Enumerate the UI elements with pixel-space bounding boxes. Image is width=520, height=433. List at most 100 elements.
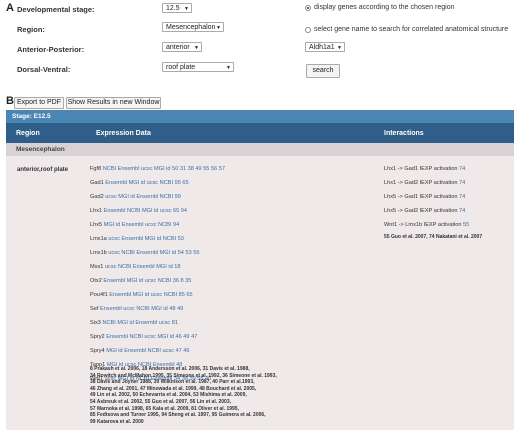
- dv-label: Dorsal-Ventral:: [17, 65, 71, 74]
- dv-select[interactable]: roof plate ▼: [162, 62, 234, 72]
- region-select[interactable]: Mesencephalon ▼: [162, 22, 224, 32]
- reference-line: 34 Rowitch and McMahon 1995, 35 Simeone …: [90, 372, 277, 379]
- interaction-row: Wnt1 -> Lmx1b IEXP activation 55: [384, 222, 469, 228]
- radio-select-gene[interactable]: [305, 27, 311, 33]
- gene-refs[interactable]: 94: [173, 222, 179, 228]
- ap-label: Anterior-Posterior:: [17, 45, 85, 54]
- gene-links[interactable]: NCBI Ensembl ucsc MGI id: [103, 166, 171, 172]
- chevron-down-icon: ▼: [184, 6, 189, 12]
- radio-display-genes-label: display genes according to the chosen re…: [314, 4, 455, 11]
- gene-refs[interactable]: 36 8 35: [173, 278, 192, 284]
- interaction-row: Lhx5 -> Gad2 IEXP activation 74: [384, 208, 465, 214]
- gene-row: Six3 NCBI MGI id Ensembl ucsc 81: [90, 320, 178, 326]
- gene-row: Spry2 Ensembl NCBI ucsc MGI id 46 49 47: [90, 334, 197, 340]
- table-header: Region Expression Data Interactions: [6, 123, 514, 143]
- gene-refs[interactable]: 50 31 38 49 55 56 57: [172, 166, 225, 172]
- gene-refs[interactable]: 47 46: [176, 348, 190, 354]
- gene-links[interactable]: Ensembl NCBI MGI id ucsc: [104, 208, 172, 214]
- gene-refs[interactable]: 81: [172, 320, 178, 326]
- gene-select-value: Aldh1a1: [309, 44, 335, 51]
- gene-name: Lhx5: [90, 222, 103, 228]
- interaction-references: 55 Guo et al. 2007, 74 Nakatani et al. 2…: [384, 234, 483, 240]
- gene-links[interactable]: Ensembl MGI id ucsc NCBI: [105, 180, 173, 186]
- stage-bar: Stage: E12.5: [6, 110, 514, 123]
- interaction-ref[interactable]: 74: [459, 180, 465, 186]
- gene-row: Msx1 ucsc NCBI Ensembl MGI id 18: [90, 264, 181, 270]
- gene-row: Spry4 MGI id Ensembl NCBI ucsc 47 46: [90, 348, 190, 354]
- reference-line: 99 Katarova et al. 2000: [90, 418, 144, 425]
- gene-links[interactable]: ucsc NCBI Ensembl MGI id: [105, 264, 173, 270]
- chevron-down-icon: ▼: [216, 25, 221, 31]
- interaction-ref[interactable]: 74: [459, 194, 465, 200]
- interaction-row: Lhx5 -> Gad1 IEXP activation 74: [384, 194, 465, 200]
- gene-refs[interactable]: 65 94: [173, 208, 187, 214]
- ap-select[interactable]: anterior ▼: [162, 42, 202, 52]
- gene-row: Lhx5 MGI id Ensembl ucsc NCBI 94: [90, 222, 179, 228]
- gene-row: Lmx1a ucsc Ensembl MGI id NCBI 53: [90, 236, 184, 242]
- reference-line: 54 Asbreuk et al. 2002, 55 Guo et al. 20…: [90, 398, 232, 405]
- stage-select-value: 12.5: [166, 5, 180, 12]
- gene-refs[interactable]: 99: [175, 194, 181, 200]
- gene-links[interactable]: Ensembl MGI id ucsc NCBI: [103, 278, 171, 284]
- gene-row: Sef Ensembl ucsc NCBI MGI id 48 49: [90, 306, 183, 312]
- gene-select[interactable]: Aldh1a1 ▼: [305, 42, 345, 52]
- section-title: Mesencephalon: [16, 146, 65, 153]
- gene-row: Gad1 Ensembl MGI id ucsc NCBI 95 65: [90, 180, 189, 186]
- radio-select-gene-label: select gene name to search for correlate…: [314, 26, 509, 33]
- gene-refs[interactable]: 85 65: [179, 292, 193, 298]
- dv-select-value: roof plate: [166, 64, 196, 71]
- gene-links[interactable]: MGI id Ensembl ucsc NCBI: [104, 222, 172, 228]
- gene-name: Spry4: [90, 348, 105, 354]
- gene-refs[interactable]: 18: [174, 264, 180, 270]
- gene-refs[interactable]: 46 49 47: [176, 334, 198, 340]
- reference-line: 46 Zhang et al. 2001, 47 Minowada et al.…: [90, 385, 257, 392]
- panel-b-label: B: [6, 95, 14, 107]
- region-name: anterior,roof plate: [17, 167, 69, 173]
- reference-line: 57 Marnoka et al. 1998, 65 Kala et al. 2…: [90, 405, 239, 412]
- interaction-ref[interactable]: 55: [463, 222, 469, 228]
- gene-name: Six3: [90, 320, 101, 326]
- gene-refs[interactable]: 53: [178, 236, 184, 242]
- gene-refs[interactable]: 54 53 55: [178, 250, 200, 256]
- gene-name: Lmx1a: [90, 236, 107, 242]
- stage-title: Stage: E12.5: [12, 113, 51, 120]
- gene-links[interactable]: ucsc NCBI Ensembl MGI id: [108, 250, 176, 256]
- interaction-text: Lhx5 -> Gad2 IEXP activation: [384, 208, 458, 214]
- gene-name: Otx2: [90, 278, 102, 284]
- panel-a-label: A: [6, 2, 14, 14]
- col-interactions: Interactions: [384, 130, 424, 137]
- col-expression: Expression Data: [96, 130, 151, 137]
- interaction-ref[interactable]: 74: [459, 208, 465, 214]
- show-results-window-button[interactable]: Show Results in new Window: [66, 97, 161, 109]
- gene-refs[interactable]: 95 65: [175, 180, 189, 186]
- region-select-value: Mesencephalon: [166, 24, 216, 31]
- chevron-down-icon: ▼: [337, 45, 342, 51]
- search-button[interactable]: search: [306, 64, 340, 78]
- interaction-ref[interactable]: 74: [459, 166, 465, 172]
- gene-links[interactable]: MGI id Ensembl NCBI ucsc: [106, 348, 174, 354]
- gene-links[interactable]: Ensembl MGI id ucsc NCBI: [109, 292, 177, 298]
- gene-name: Gad1: [90, 180, 104, 186]
- export-pdf-button[interactable]: Export to PDF: [14, 97, 64, 109]
- gene-row: Otx2 Ensembl MGI id ucsc NCBI 36 8 35: [90, 278, 191, 284]
- reference-line: 38 Davis and Joyner 1988, 39 Wilkinson e…: [90, 379, 255, 386]
- col-region: Region: [16, 130, 40, 137]
- stage-select[interactable]: 12.5 ▼: [162, 3, 192, 13]
- gene-row: Gad2 ucsc MGI id Ensembl NCBI 99: [90, 194, 181, 200]
- interaction-row: Lhx1 -> Gad2 IEXP activation 74: [384, 180, 465, 186]
- gene-name: Sef: [90, 306, 99, 312]
- gene-links[interactable]: ucsc MGI id Ensembl NCBI: [105, 194, 173, 200]
- gene-refs[interactable]: 48 49: [169, 306, 183, 312]
- gene-links[interactable]: ucsc Ensembl MGI id NCBI: [108, 236, 176, 242]
- reference-line: 8 Prakash et al. 2006, 18 Andersson et a…: [90, 366, 250, 372]
- chevron-down-icon: ▼: [226, 65, 231, 71]
- chevron-down-icon: ▼: [194, 45, 199, 51]
- gene-name: Pou4f1: [90, 292, 108, 298]
- gene-links[interactable]: Ensembl ucsc NCBI MGI id: [100, 306, 168, 312]
- gene-row: Lhx1 Ensembl NCBI MGI id ucsc 65 94: [90, 208, 187, 214]
- gene-links[interactable]: Ensembl NCBI ucsc MGI id: [106, 334, 174, 340]
- stage-label: Developmental stage:: [17, 5, 95, 14]
- region-label: Region:: [17, 25, 45, 34]
- radio-display-genes[interactable]: [305, 5, 311, 11]
- gene-links[interactable]: NCBI MGI id Ensembl ucsc: [102, 320, 170, 326]
